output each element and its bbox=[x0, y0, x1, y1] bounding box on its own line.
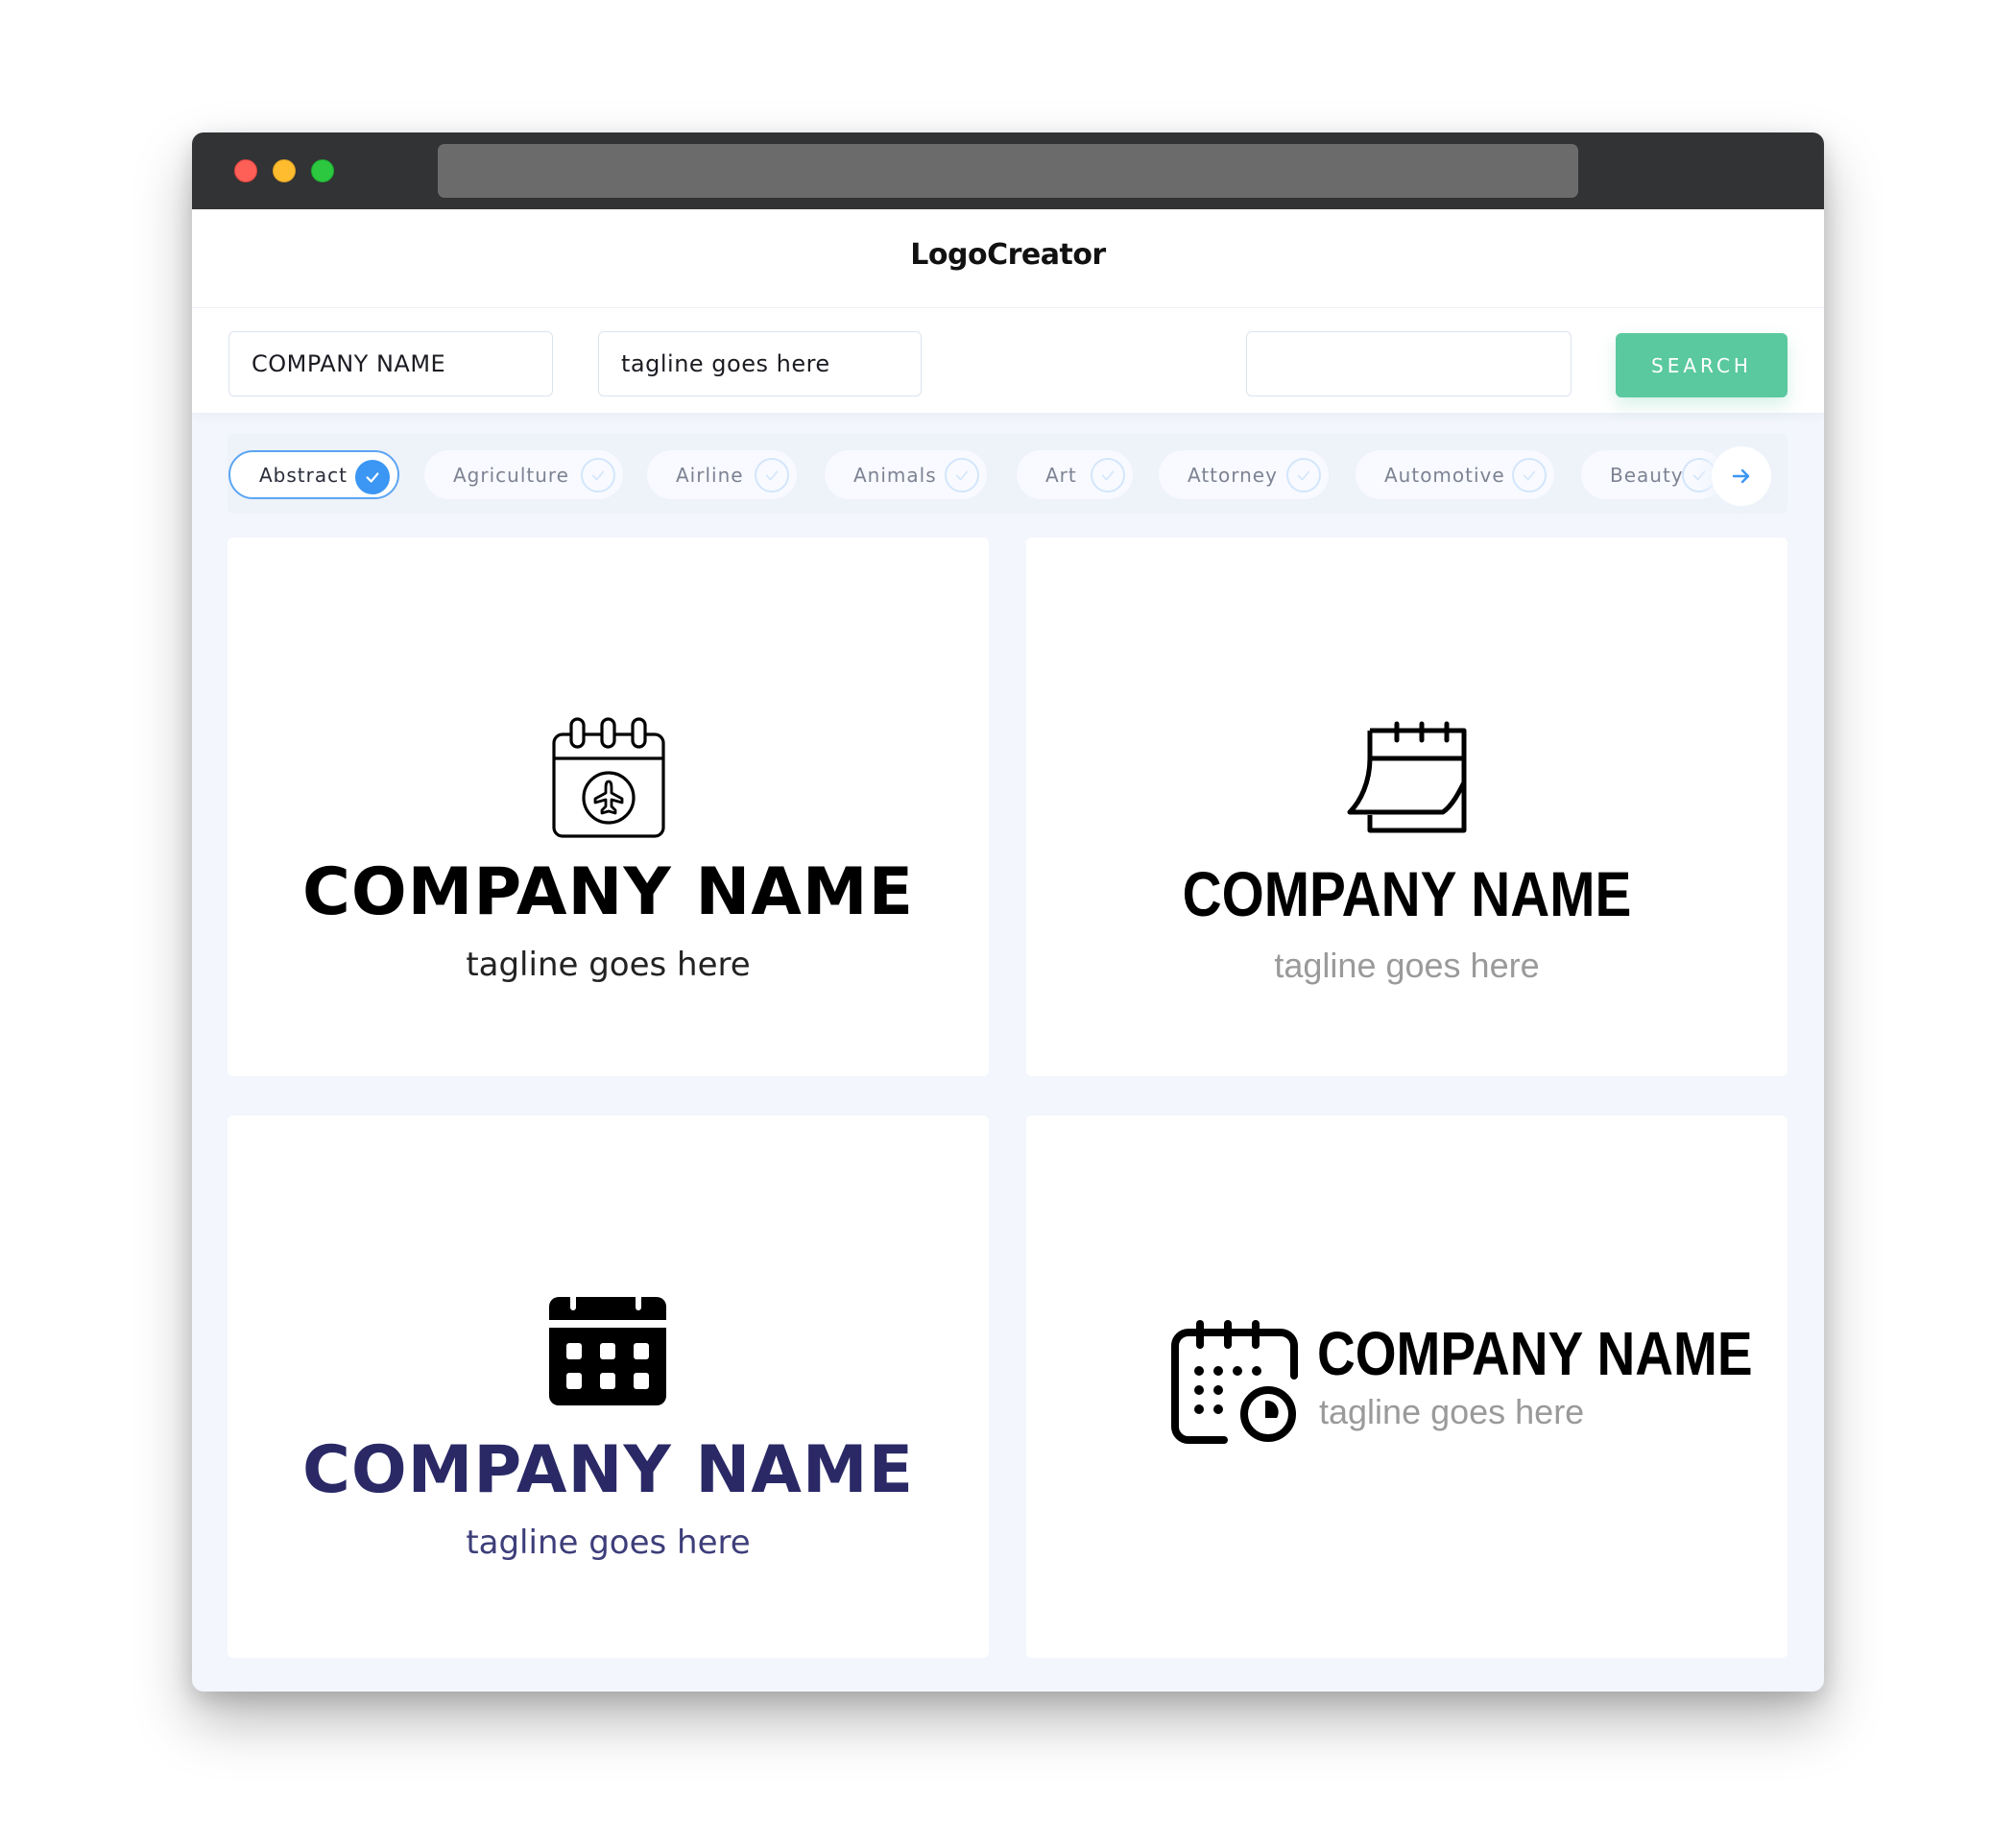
calendar-page-curl-icon bbox=[1347, 721, 1467, 833]
logo-tagline: tagline goes here bbox=[1319, 1392, 1585, 1431]
title-bar bbox=[192, 132, 1824, 209]
browser-window: LogoCreator SEARCH Abstract Agriculture … bbox=[192, 132, 1824, 1692]
category-chip-animals[interactable]: Animals bbox=[825, 450, 987, 499]
logo-company-name: COMPANY NAME bbox=[301, 854, 915, 930]
logo-company-name: COMPANY NAME bbox=[1317, 1319, 1753, 1388]
maximize-window-button[interactable] bbox=[311, 159, 334, 182]
category-chip-art[interactable]: Art bbox=[1017, 450, 1133, 499]
search-button[interactable]: SEARCH bbox=[1616, 333, 1788, 397]
category-chip-automotive[interactable]: Automotive bbox=[1356, 450, 1554, 499]
check-icon bbox=[355, 460, 390, 494]
logo-tagline: tagline goes here bbox=[466, 1524, 751, 1562]
chip-label: Abstract bbox=[259, 463, 348, 487]
check-icon bbox=[581, 458, 615, 492]
search-input[interactable] bbox=[1246, 331, 1572, 396]
calendar-airplane-icon bbox=[552, 717, 665, 838]
arrow-right-icon bbox=[1732, 468, 1750, 484]
chip-label: Beauty bbox=[1610, 463, 1684, 487]
check-icon bbox=[1091, 458, 1125, 492]
logo-toolbar: SEARCH bbox=[192, 308, 1824, 413]
check-icon bbox=[1512, 458, 1547, 492]
app-title: LogoCreator bbox=[910, 238, 1106, 272]
check-icon bbox=[1286, 458, 1321, 492]
minimize-window-button[interactable] bbox=[273, 159, 296, 182]
calendar-grid-solid-icon bbox=[549, 1297, 666, 1405]
category-chip-beauty[interactable]: Beauty bbox=[1581, 450, 1724, 499]
close-window-button[interactable] bbox=[234, 159, 257, 182]
category-chip-attorney[interactable]: Attorney bbox=[1159, 450, 1329, 499]
chip-label: Attorney bbox=[1188, 463, 1278, 487]
logo-tagline: tagline goes here bbox=[466, 946, 751, 984]
next-categories-button[interactable] bbox=[1712, 446, 1771, 506]
app-header: LogoCreator bbox=[192, 209, 1824, 308]
chip-label: Automotive bbox=[1384, 463, 1505, 487]
chip-label: Animals bbox=[853, 463, 937, 487]
logo-tagline: tagline goes here bbox=[1274, 946, 1540, 985]
logo-company-name: COMPANY NAME bbox=[301, 1432, 915, 1508]
logo-card[interactable]: COMPANY NAME tagline goes here bbox=[228, 1116, 989, 1658]
calendar-clock-icon bbox=[1171, 1320, 1298, 1444]
category-chip-agriculture[interactable]: Agriculture bbox=[424, 450, 623, 499]
category-chip-airline[interactable]: Airline bbox=[647, 450, 797, 499]
tagline-input[interactable] bbox=[598, 331, 922, 396]
check-icon bbox=[945, 458, 979, 492]
logo-card[interactable]: COMPANY NAME tagline goes here bbox=[1026, 1116, 1788, 1658]
address-bar[interactable] bbox=[438, 144, 1578, 198]
chip-label: Art bbox=[1045, 463, 1077, 487]
category-chip-abstract[interactable]: Abstract bbox=[228, 450, 399, 499]
company-name-input[interactable] bbox=[228, 331, 553, 396]
logo-card[interactable]: COMPANY NAME tagline goes here bbox=[1026, 538, 1788, 1076]
check-icon bbox=[755, 458, 789, 492]
logo-company-name: COMPANY NAME bbox=[1182, 858, 1632, 929]
chip-label: Airline bbox=[676, 463, 744, 487]
logo-card[interactable]: COMPANY NAME tagline goes here bbox=[228, 538, 989, 1076]
chip-label: Agriculture bbox=[453, 463, 569, 487]
